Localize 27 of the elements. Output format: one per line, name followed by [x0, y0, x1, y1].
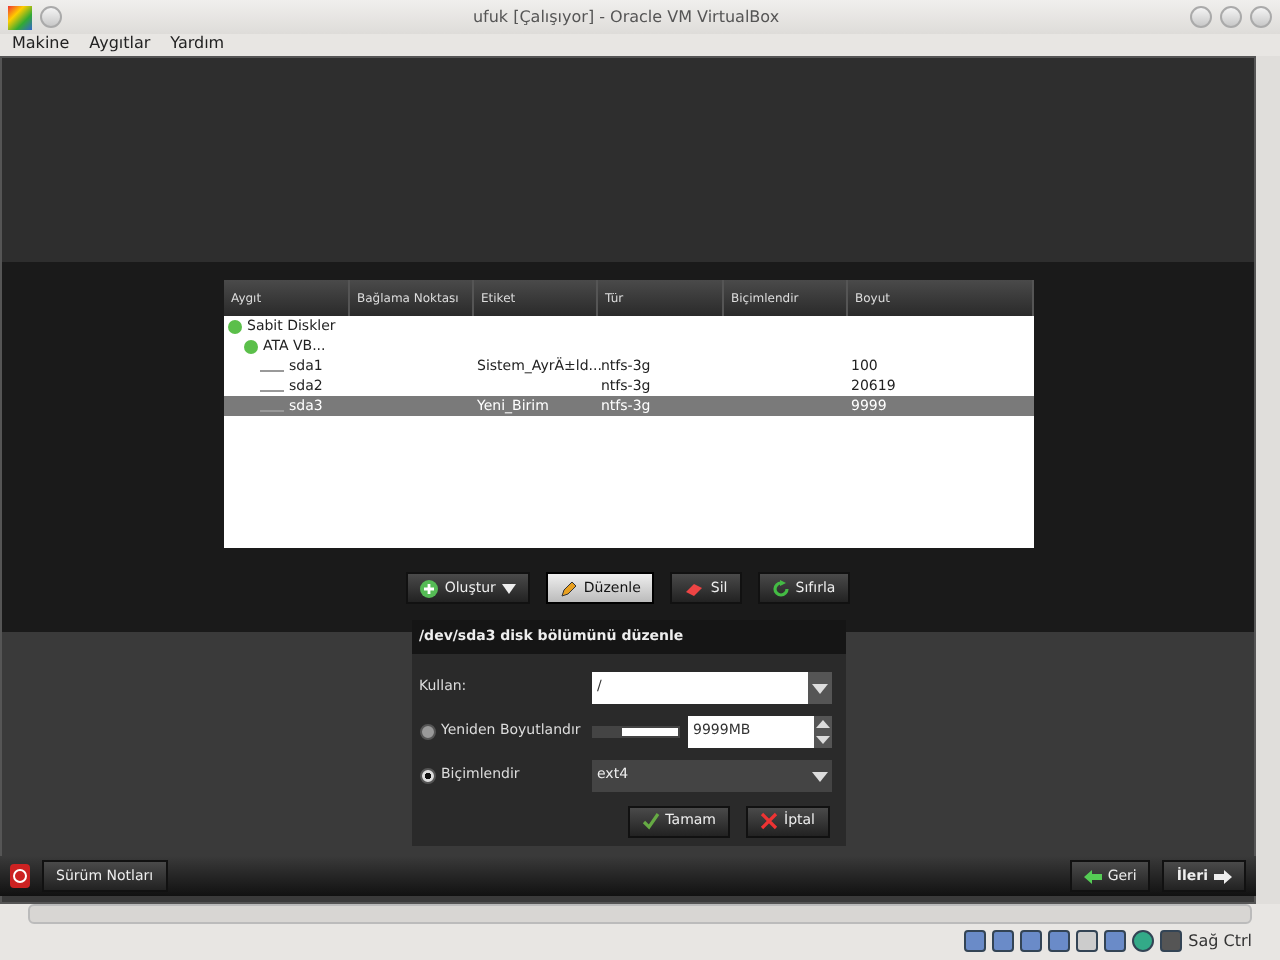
pencil-icon: [559, 579, 578, 597]
collapse-toggle-icon[interactable]: [227, 319, 241, 333]
spin-arrows-icon: [813, 715, 831, 747]
horizontal-scrollbar[interactable]: [28, 904, 1252, 924]
checkmark-icon: [641, 812, 660, 830]
window-menu-button[interactable]: [40, 6, 62, 28]
size-slider-track[interactable]: [591, 725, 679, 737]
menu-item[interactable]: Makine: [12, 34, 70, 56]
window-title: ufuk [Çalışıyor] - Oracle VM VirtualBox: [470, 5, 782, 29]
minimize-button[interactable]: [1190, 6, 1212, 28]
host-key-label: Sağ Ctrl: [1188, 929, 1252, 953]
power-icon[interactable]: [10, 864, 30, 888]
cancel-icon: [760, 812, 778, 830]
maximize-button[interactable]: [1220, 6, 1242, 28]
close-button[interactable]: [1250, 6, 1272, 28]
radio-button[interactable]: [419, 767, 435, 783]
right-arrow-icon: [1214, 869, 1232, 883]
left-arrow-icon: [1083, 869, 1102, 883]
menu-item[interactable]: Yardım: [170, 34, 225, 56]
collapse-toggle-icon[interactable]: [243, 339, 257, 353]
app-logo-icon: [8, 5, 32, 29]
menu-item[interactable]: Aygıtlar: [89, 34, 151, 56]
eraser-icon: [684, 579, 705, 597]
plus-icon: [420, 579, 439, 597]
radio-button[interactable]: [419, 723, 435, 739]
refresh-icon: [771, 579, 790, 597]
vertical-scrollbar[interactable]: [1256, 56, 1280, 904]
